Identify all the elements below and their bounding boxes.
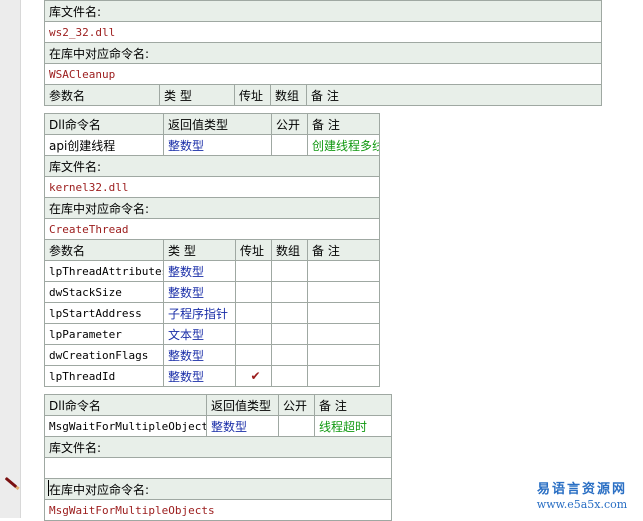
lib-cmd-value[interactable]: CreateThread	[44, 218, 380, 240]
param-by-ref[interactable]	[234, 344, 273, 366]
param-note[interactable]	[307, 344, 380, 366]
note-header: 备 注	[307, 239, 380, 261]
lib-file-value[interactable]: kernel32.dll	[44, 176, 380, 198]
param-array[interactable]	[271, 260, 309, 282]
param-by-ref[interactable]	[234, 323, 273, 345]
note-value[interactable]: 线程超时	[314, 415, 392, 437]
return-type-value[interactable]: 整数型	[206, 415, 279, 437]
param-name[interactable]: lpThreadAttributes	[44, 260, 164, 282]
note-header: 备 注	[307, 113, 380, 135]
lib-file-value[interactable]	[44, 457, 392, 479]
param-name[interactable]: dwStackSize	[44, 281, 164, 303]
param-type[interactable]: 整数型	[163, 344, 236, 366]
lib-cmd-value[interactable]: WSACleanup	[44, 63, 602, 85]
param-row: dwCreationFlags 整数型	[44, 344, 380, 366]
lib-cmd-label: 在库中对应命令名:	[44, 478, 392, 500]
lib-cmd-label: 在库中对应命令名:	[44, 42, 602, 64]
watermark-title: 易语言资源网	[536, 482, 627, 497]
dll-cmd-header: Dll命令名	[44, 113, 164, 135]
param-name[interactable]: lpThreadId	[44, 365, 164, 387]
param-array[interactable]	[271, 365, 309, 387]
lib-cmd-label: 在库中对应命令名:	[44, 197, 380, 219]
param-name[interactable]: dwCreationFlags	[44, 344, 164, 366]
type-header: 类 型	[163, 239, 236, 261]
checkmark-icon[interactable]: ✔	[234, 365, 273, 387]
param-type[interactable]: 整数型	[163, 281, 236, 303]
type-header: 类 型	[159, 84, 235, 106]
param-type[interactable]: 子程序指针	[163, 302, 236, 324]
param-note[interactable]	[307, 302, 380, 324]
param-row: lpThreadId 整数型 ✔	[44, 365, 380, 387]
return-type-header: 返回值类型	[206, 394, 279, 416]
dll-block-create-thread: Dll命令名 返回值类型 公开 备 注 api创建线程 整数型 创建线程多线程类…	[44, 113, 380, 387]
param-by-ref[interactable]	[234, 302, 273, 324]
by-ref-header: 传址	[234, 239, 273, 261]
dll-cmd-header: Dll命令名	[44, 394, 207, 416]
by-ref-header: 传址	[234, 84, 271, 106]
lib-file-label: 库文件名:	[44, 0, 602, 22]
param-name-header: 参数名	[44, 239, 164, 261]
watermark: 易语言资源网 www.e5a5x.com	[526, 482, 638, 512]
note-header: 备 注	[306, 84, 602, 106]
return-type-value[interactable]: 整数型	[162, 134, 273, 156]
return-type-header: 返回值类型	[162, 113, 273, 135]
dll-cmd-name[interactable]: api创建线程	[44, 134, 164, 156]
param-array[interactable]	[271, 344, 309, 366]
param-name-header: 参数名	[44, 84, 160, 106]
dll-cmd-name[interactable]: MsgWaitForMultipleObjects	[44, 415, 207, 437]
note-header: 备 注	[314, 394, 392, 416]
param-note[interactable]	[307, 323, 380, 345]
param-array[interactable]	[271, 281, 309, 303]
lib-file-label: 库文件名:	[44, 436, 392, 458]
param-by-ref[interactable]	[234, 281, 273, 303]
param-array[interactable]	[271, 302, 309, 324]
param-name[interactable]: lpStartAddress	[44, 302, 164, 324]
param-type[interactable]: 文本型	[163, 323, 236, 345]
array-header: 数组	[270, 84, 307, 106]
lib-file-label: 库文件名:	[44, 155, 380, 177]
param-row: lpParameter 文本型	[44, 323, 380, 345]
watermark-url: www.e5a5x.com	[536, 498, 628, 511]
note-value[interactable]: 创建线程多线程类	[307, 134, 380, 156]
text-cursor	[48, 480, 49, 496]
public-cell[interactable]	[278, 415, 315, 437]
param-row: dwStackSize 整数型	[44, 281, 380, 303]
array-header: 数组	[271, 239, 309, 261]
dll-block-msg-wait: Dll命令名 返回值类型 公开 备 注 MsgWaitForMultipleOb…	[44, 394, 392, 521]
param-note[interactable]	[307, 260, 380, 282]
param-note[interactable]	[307, 365, 380, 387]
param-row: lpStartAddress 子程序指针	[44, 302, 380, 324]
param-note[interactable]	[307, 281, 380, 303]
param-name[interactable]: lpParameter	[44, 323, 164, 345]
dll-block-ws2-32: 库文件名: ws2_32.dll 在库中对应命令名: WSACleanup 参数…	[44, 0, 602, 106]
public-header: 公开	[271, 113, 309, 135]
lib-cmd-value[interactable]: MsgWaitForMultipleObjects	[44, 499, 392, 521]
public-cell[interactable]	[271, 134, 309, 156]
param-row: lpThreadAttributes 整数型	[44, 260, 380, 282]
param-type[interactable]: 整数型	[163, 365, 236, 387]
param-by-ref[interactable]	[234, 260, 273, 282]
public-header: 公开	[278, 394, 315, 416]
editor-gutter	[0, 0, 21, 518]
lib-file-value[interactable]: ws2_32.dll	[44, 21, 602, 43]
param-type[interactable]: 整数型	[163, 260, 236, 282]
param-array[interactable]	[271, 323, 309, 345]
